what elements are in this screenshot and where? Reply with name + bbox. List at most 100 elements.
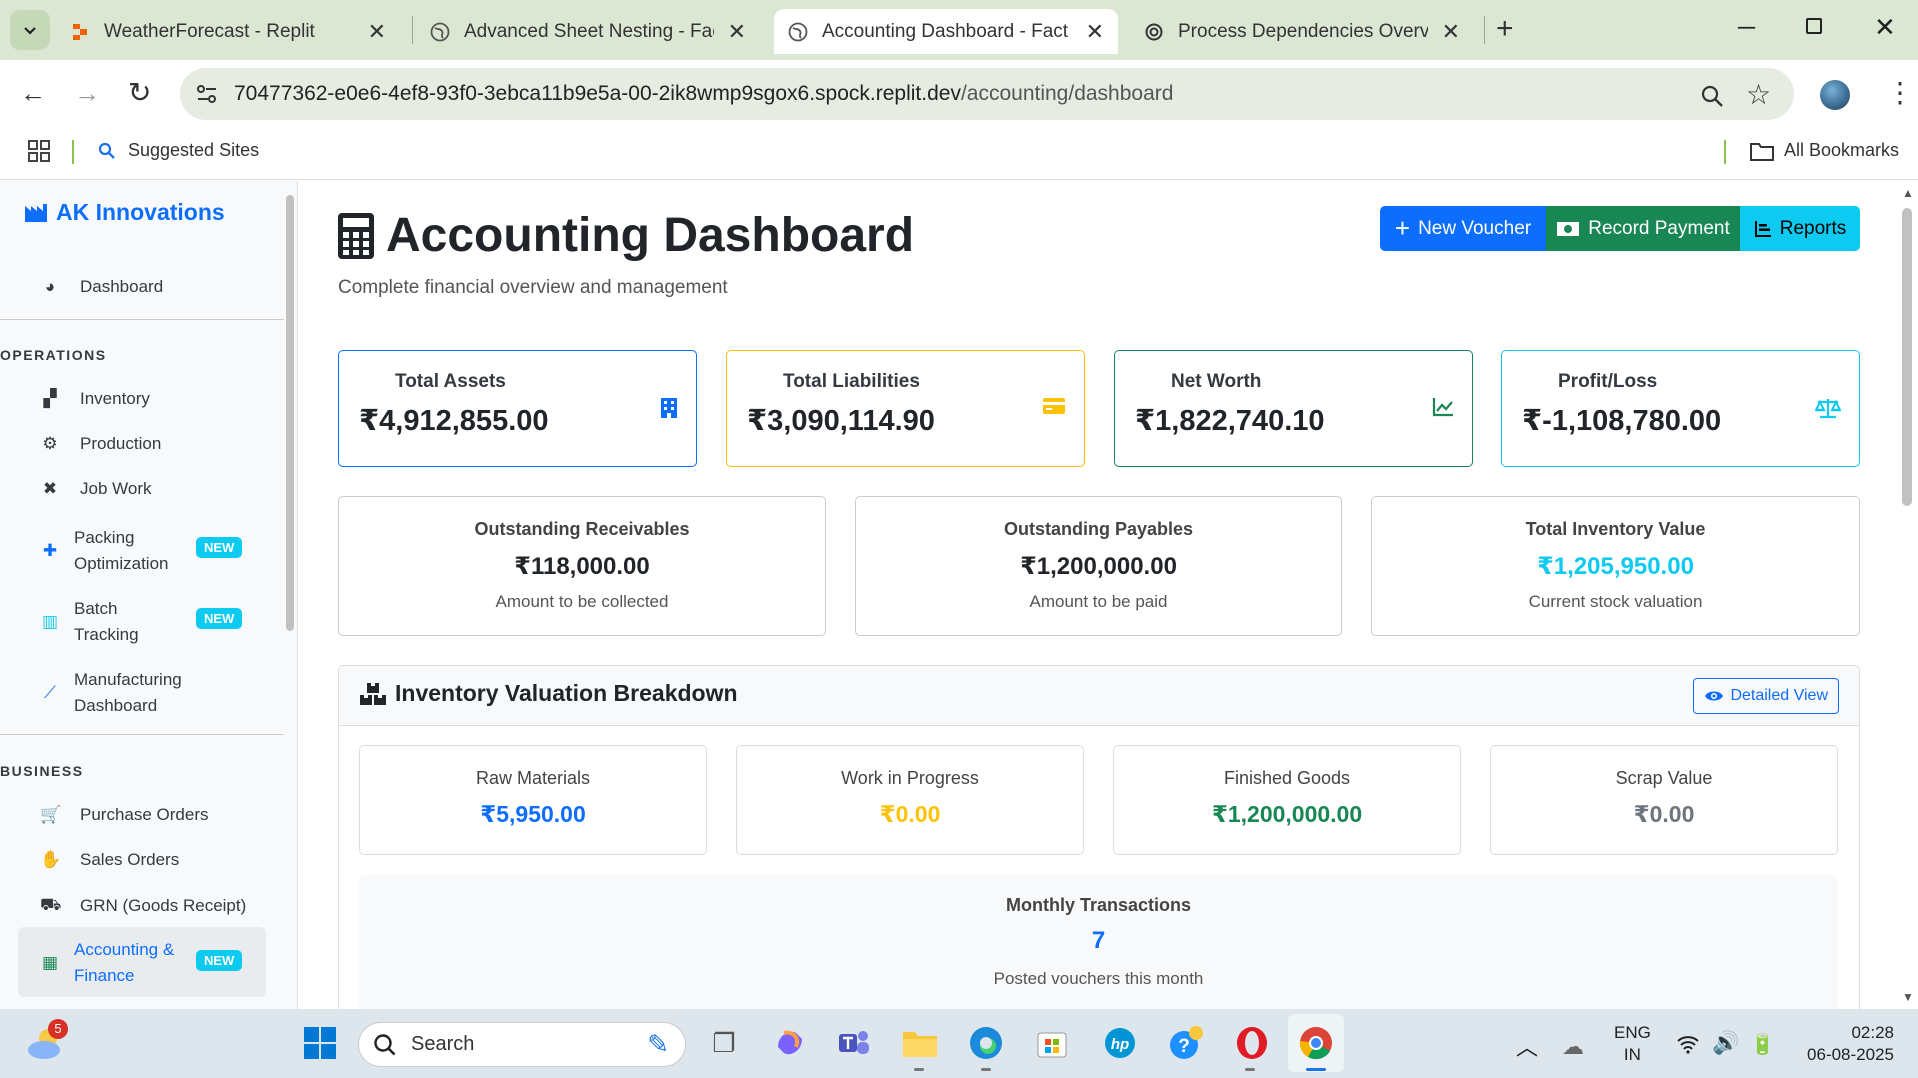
zoom-icon[interactable]	[1700, 84, 1724, 108]
stat-label: Profit/Loss	[1558, 371, 1658, 392]
reports-label: Reports	[1779, 217, 1847, 239]
suggested-sites-link[interactable]: Suggested Sites	[98, 140, 259, 161]
new-badge: NEW	[196, 537, 243, 558]
search-highlight-icon: ✎	[647, 1029, 669, 1059]
sidebar-item-label-line2: Finance	[74, 966, 135, 985]
monthly-value: 7	[1091, 927, 1106, 954]
chevron-down-icon	[24, 27, 36, 35]
copilot-icon[interactable]	[770, 1023, 810, 1063]
card-value: ₹118,000.00	[514, 553, 650, 580]
reload-button[interactable]: ↻	[128, 76, 151, 109]
boxes-icon	[360, 682, 386, 705]
bookmark-star-icon[interactable]: ☆	[1746, 78, 1771, 111]
bookmarks-bar	[0, 128, 1918, 180]
start-button[interactable]	[300, 1023, 340, 1063]
file-explorer-icon[interactable]	[900, 1023, 940, 1063]
back-button[interactable]: ←	[20, 78, 46, 109]
chrome-icon[interactable]	[1296, 1023, 1336, 1063]
tab-title: Process Dependencies Overview	[1178, 20, 1428, 42]
cart-icon: 🛒	[40, 805, 62, 824]
store-icon[interactable]	[1032, 1023, 1072, 1063]
forward-button[interactable]: →	[74, 78, 100, 109]
sidebar-item-dashboard[interactable]: ◕ Dashboard	[40, 277, 163, 297]
eye-icon	[1705, 691, 1724, 701]
restore-button[interactable]	[1806, 18, 1822, 34]
stat-value: ₹3,090,114.90	[747, 405, 935, 437]
site-info-icon[interactable]	[196, 84, 218, 104]
scroll-down-arrow[interactable]: ▼	[1902, 990, 1914, 1004]
monthly-transactions-box: Monthly Transactions 7 Posted vouchers t…	[359, 875, 1838, 1024]
new-voucher-button[interactable]: + New Voucher	[1380, 206, 1546, 251]
tab-accounting-dashboard[interactable]: Accounting Dashboard - Factory ✕	[774, 9, 1118, 54]
detailed-view-button[interactable]: Detailed View	[1693, 678, 1839, 714]
sidebar-item-inventory[interactable]: ▞ Inventory	[40, 389, 149, 409]
sidebar-item-job-work[interactable]: ✖ Job Work	[40, 479, 152, 499]
card-value: ₹0.00	[1633, 801, 1695, 827]
scroll-up-arrow[interactable]: ▲	[1902, 186, 1914, 200]
close-window-button[interactable]: ✕	[1874, 12, 1896, 43]
close-icon[interactable]: ✕	[1086, 19, 1104, 45]
plus-icon: +	[1394, 213, 1411, 243]
sidebar-item-accounting-finance[interactable]: ▦ Accounting & Finance	[40, 937, 174, 989]
sidebar-item-batch-tracking[interactable]: ▥ Batch Tracking	[40, 596, 139, 648]
chart-bar-icon	[1754, 220, 1771, 237]
brand-name: AK Innovations	[56, 199, 225, 225]
truck-icon: ⛟	[40, 895, 62, 914]
language-indicator[interactable]: ENG IN	[1614, 1022, 1651, 1066]
balance-scale-icon	[1815, 399, 1841, 419]
sidebar-item-sales-orders[interactable]: ✋ Sales Orders	[40, 850, 179, 870]
hp-icon[interactable]: hp	[1100, 1023, 1140, 1063]
sidebar-item-grn[interactable]: ⛟ GRN (Goods Receipt)	[40, 895, 246, 917]
card-value: ₹1,200,000.00	[1020, 553, 1177, 580]
edge-icon[interactable]	[966, 1023, 1006, 1063]
close-icon[interactable]: ✕	[1442, 19, 1460, 45]
minimize-button[interactable]: ─	[1738, 14, 1755, 42]
tab-weatherforecast[interactable]: WeatherForecast - Replit ✕	[70, 9, 400, 54]
teams-icon[interactable]	[834, 1023, 874, 1063]
handshake-icon: ✋	[40, 850, 62, 869]
url-text[interactable]: 70477362-e0e6-4ef8-93f0-3ebca11b9e5a-00-…	[234, 82, 1173, 106]
show-hidden-icons[interactable]: ︿	[1516, 1030, 1538, 1062]
section-business: BUSINESS	[0, 763, 84, 779]
tab-title: Accounting Dashboard - Factory	[822, 20, 1068, 42]
tab-process-dependencies[interactable]: Process Dependencies Overview ✕	[1144, 9, 1474, 54]
stat-card-profit-loss: Profit/Loss ₹-1,108,780.00	[1501, 350, 1860, 467]
sidebar-item-packing-optimization[interactable]: ✚ Packing Optimization	[40, 525, 169, 577]
reports-button[interactable]: Reports	[1740, 206, 1860, 251]
new-tab-button[interactable]: +	[1496, 12, 1514, 46]
clock[interactable]: 02:28 06-08-2025	[1792, 1022, 1894, 1066]
sidebar-item-production[interactable]: ⚙ Production	[40, 434, 161, 454]
industry-icon	[25, 203, 47, 222]
sidebar-scrollbar[interactable]	[286, 195, 294, 631]
stat-card-total-assets: Total Assets ₹4,912,855.00	[338, 350, 697, 467]
calculator-icon	[338, 212, 374, 259]
menu-icon[interactable]: ⋮	[1886, 76, 1914, 109]
record-payment-button[interactable]: Record Payment	[1546, 206, 1740, 251]
taskbar-search[interactable]: Search ✎	[358, 1022, 686, 1067]
battery-icon[interactable]: 🔋	[1750, 1032, 1775, 1057]
profile-avatar[interactable]	[1820, 80, 1850, 110]
apps-grid-icon[interactable]	[28, 140, 50, 162]
wifi-icon[interactable]	[1676, 1034, 1700, 1054]
onedrive-icon[interactable]: ☁	[1562, 1034, 1584, 1060]
close-icon[interactable]: ✕	[728, 19, 746, 45]
sidebar-item-label: Purchase Orders	[80, 805, 209, 824]
tab-advanced-sheet-nesting[interactable]: Advanced Sheet Nesting - Factory ✕	[430, 9, 760, 54]
inventory-card-finished-goods: Finished Goods ₹1,200,000.00	[1113, 745, 1461, 855]
all-bookmarks-button[interactable]: All Bookmarks	[1750, 140, 1899, 161]
card-subtitle: Amount to be paid	[1029, 592, 1168, 611]
close-icon[interactable]: ✕	[368, 19, 386, 45]
tab-search-button[interactable]	[10, 10, 50, 50]
opera-icon[interactable]	[1232, 1023, 1272, 1063]
sidebar-item-label: Production	[80, 434, 162, 453]
sidebar-item-manufacturing-dashboard[interactable]: ⟋ Manufacturing Dashboard	[40, 667, 182, 719]
volume-icon[interactable]: 🔊	[1712, 1030, 1739, 1056]
page-scrollbar[interactable]	[1902, 208, 1912, 506]
task-view-icon[interactable]: ❐	[704, 1023, 744, 1063]
new-badge: NEW	[196, 608, 243, 629]
help-icon[interactable]: ?	[1166, 1023, 1206, 1063]
clock-time: 02:28	[1851, 1023, 1894, 1042]
sidebar-item-purchase-orders[interactable]: 🛒 Purchase Orders	[40, 805, 209, 825]
brand[interactable]: AK Innovations	[24, 199, 225, 226]
stat-card-total-liabilities: Total Liabilities ₹3,090,114.90	[726, 350, 1085, 467]
